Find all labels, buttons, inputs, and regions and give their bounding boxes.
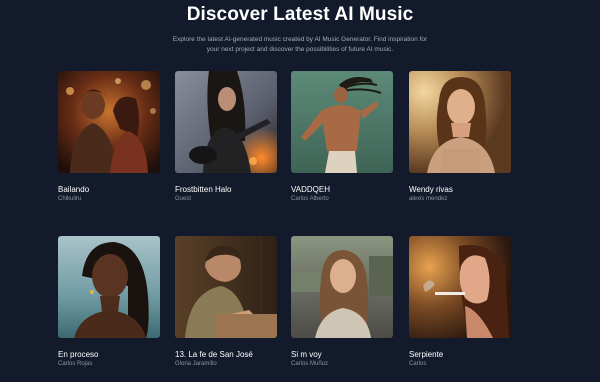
song-title[interactable]: VADDQEH (291, 185, 330, 194)
song-title[interactable]: Bailando (58, 185, 89, 194)
music-card[interactable]: Frostbitten Halo Guest (175, 71, 277, 202)
cover-image[interactable] (409, 236, 511, 338)
cover-image[interactable] (58, 71, 160, 173)
page-title: Discover Latest AI Music (186, 4, 414, 25)
song-author[interactable]: Chikuliru (58, 196, 81, 202)
music-card[interactable]: Serpiente Carlos (409, 236, 511, 367)
cover-image[interactable] (175, 71, 277, 173)
song-author[interactable]: alexis mendez (409, 196, 447, 202)
cover-image[interactable] (291, 71, 393, 173)
song-author[interactable]: Carlos (409, 361, 426, 367)
music-card[interactable]: Wendy rivas alexis mendez (409, 71, 511, 202)
music-card[interactable]: En proceso Carlos Rojas (58, 236, 160, 367)
cover-image[interactable] (291, 236, 393, 338)
song-title[interactable]: Serpiente (409, 350, 443, 359)
song-author[interactable]: Gloria Jaramillo (175, 361, 217, 367)
song-title[interactable]: Si m voy (291, 350, 322, 359)
song-author[interactable]: Carlos Alberto (291, 196, 329, 202)
song-title[interactable]: En proceso (58, 350, 98, 359)
subtitle-line: Explore the latest AI-generated music cr… (172, 36, 428, 43)
music-card[interactable]: VADDQEH Carlos Alberto (291, 71, 393, 202)
song-author[interactable]: Carlos Rojas (58, 361, 92, 367)
subtitle-line: your next project and discover the possi… (206, 45, 394, 53)
cover-image[interactable] (58, 236, 160, 338)
cover-image[interactable] (175, 236, 277, 338)
discover-page: Discover Latest AI Music Explore the lat… (0, 0, 600, 382)
music-card[interactable]: Si m voy Carlos Muñoz (291, 236, 393, 367)
cover-image[interactable] (409, 71, 511, 173)
song-title[interactable]: 13. La fe de San José (175, 350, 253, 359)
page-subtitle: Explore the latest AI-generated music cr… (120, 35, 480, 54)
song-author[interactable]: Carlos Muñoz (291, 361, 328, 367)
song-title[interactable]: Wendy rivas (409, 185, 453, 194)
music-card[interactable]: Bailando Chikuliru (58, 71, 160, 202)
music-card[interactable]: 13. La fe de San José Gloria Jaramillo (175, 236, 277, 367)
song-title[interactable]: Frostbitten Halo (175, 185, 231, 194)
song-author[interactable]: Guest (175, 196, 191, 202)
